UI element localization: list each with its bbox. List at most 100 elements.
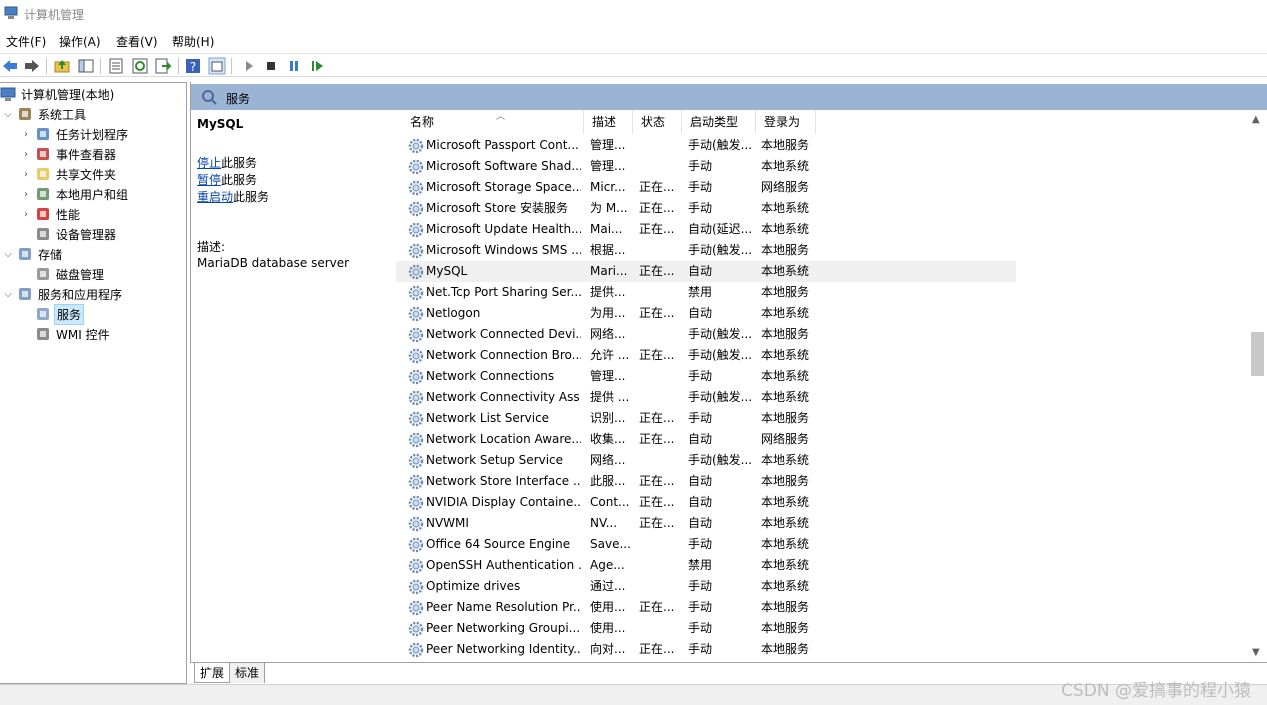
service-row[interactable]: Network Connected Devi... 网络... 手动(触发... 本地… <box>396 324 1016 345</box>
scrollbar-thumb[interactable] <box>1251 332 1264 376</box>
chevron-right-icon[interactable]: › <box>20 149 32 160</box>
properties-icon[interactable] <box>107 57 125 75</box>
service-row[interactable]: Network List Service 识别... 正在... 手动 本地服务 <box>396 408 1016 429</box>
column-logon-as[interactable]: 登录为 <box>756 110 816 134</box>
service-name: Peer Name Resolution Pr... <box>426 600 581 614</box>
tree-item[interactable]: › 事件查看器 <box>20 144 118 164</box>
service-row[interactable]: Microsoft Windows SMS ... 根据... 手动(触发... 本地… <box>396 240 1016 261</box>
column-description[interactable]: 描述 <box>584 110 633 134</box>
stop-service-link[interactable]: 停止 <box>197 156 221 170</box>
refresh-icon[interactable] <box>131 57 149 75</box>
chevron-down-icon[interactable]: ⌵ <box>2 109 14 120</box>
menu-file[interactable]: 文件(F) <box>6 33 46 50</box>
chevron-right-icon[interactable]: › <box>20 169 32 180</box>
tree-item[interactable]: ⌵ 服务和应用程序 <box>2 284 124 304</box>
column-name[interactable]: 名称 ︿ <box>402 110 584 134</box>
gear-icon <box>408 642 424 658</box>
pause-service-link[interactable]: 暂停 <box>197 173 221 187</box>
tree-item[interactable]: 磁盘管理 <box>20 264 106 284</box>
show-hide-tree-icon[interactable] <box>77 57 95 75</box>
service-row[interactable]: OpenSSH Authentication ... Age... 禁用 本地系统 <box>396 555 1016 576</box>
column-startup-type[interactable]: 启动类型 <box>682 110 756 134</box>
tab-extended[interactable]: 扩展 <box>194 663 231 683</box>
service-row[interactable]: Netlogon 为用... 正在... 自动 本地系统 <box>396 303 1016 324</box>
service-name: Microsoft Windows SMS ... <box>426 243 581 257</box>
restart-service-link[interactable]: 重启动 <box>197 190 233 204</box>
service-startup-type: 手动(触发... <box>688 327 753 341</box>
scroll-down-icon[interactable]: ▼ <box>1252 647 1260 658</box>
column-status[interactable]: 状态 <box>633 110 682 134</box>
service-logon-as: 本地系统 <box>761 201 810 215</box>
service-row[interactable]: Microsoft Update Health... Mai... 正在... 自动(… <box>396 219 1016 240</box>
service-row[interactable]: MySQL Mari... 正在... 自动 本地系统 <box>396 261 1016 282</box>
service-startup-type: 手动 <box>688 642 713 656</box>
service-row[interactable]: Peer Networking Groupi... 使用... 手动 本地服务 <box>396 618 1016 639</box>
export-icon[interactable] <box>154 57 172 75</box>
service-row[interactable]: Network Location Aware... 收集... 正在... 自动 网络服… <box>396 429 1016 450</box>
chevron-right-icon[interactable]: › <box>20 209 32 220</box>
service-row[interactable]: Network Setup Service 网络... 手动(触发... 本地系统 <box>396 450 1016 471</box>
service-startup-type: 禁用 <box>688 558 713 572</box>
service-status <box>639 555 679 576</box>
service-logon-as: 本地系统 <box>761 453 810 467</box>
tree-root[interactable]: 计算机管理(本地) <box>0 84 116 104</box>
service-startup-type: 自动(延迟... <box>688 222 753 236</box>
chevron-down-icon[interactable]: ⌵ <box>2 289 14 300</box>
service-name: Microsoft Passport Cont... <box>426 138 579 152</box>
tree-item[interactable]: ⌵ 存储 <box>2 244 64 264</box>
gear-icon <box>408 138 424 154</box>
service-row[interactable]: Network Connection Bro... 允许 ... 正在... 手动(触… <box>396 345 1016 366</box>
forward-icon[interactable] <box>23 57 41 75</box>
service-row[interactable]: Microsoft Store 安装服务 为 M... 正在... 手动 本地系统 <box>396 198 1016 219</box>
service-description-cell: Age... <box>590 558 625 572</box>
service-row[interactable]: Microsoft Passport Cont... 管理... 手动(触发... 本… <box>396 135 1016 156</box>
service-row[interactable]: Office 64 Source Engine Save... 手动 本地系统 <box>396 534 1016 555</box>
service-row[interactable]: Network Connections 管理... 手动 本地系统 <box>396 366 1016 387</box>
back-icon[interactable] <box>1 57 19 75</box>
service-status <box>639 576 679 597</box>
tree-item[interactable]: › 共享文件夹 <box>20 164 118 184</box>
service-row[interactable]: Microsoft Storage Space... Micr... 正在... 手动… <box>396 177 1016 198</box>
up-folder-icon[interactable] <box>53 57 71 75</box>
stop-icon[interactable] <box>262 57 280 75</box>
tree-item[interactable]: ⌵ 系统工具 <box>2 104 88 124</box>
chevron-right-icon[interactable]: › <box>20 129 32 140</box>
service-row[interactable]: Peer Name Resolution Pr... 使用... 正在... 手动 本地… <box>396 597 1016 618</box>
service-description-cell: Micr... <box>590 180 626 194</box>
menu-action[interactable]: 操作(A) <box>59 33 101 50</box>
menu-help[interactable]: 帮助(H) <box>172 33 214 50</box>
tree-item[interactable]: WMI 控件 <box>20 324 112 344</box>
tree-item[interactable]: 设备管理器 <box>20 224 118 244</box>
pause-icon[interactable] <box>285 57 303 75</box>
tab-standard[interactable]: 标准 <box>230 663 266 683</box>
tree-item[interactable]: 服务 <box>20 303 85 325</box>
help-icon[interactable]: ? <box>184 57 202 75</box>
service-row[interactable]: Network Store Interface ... 此服... 正在... 自动 本… <box>396 471 1016 492</box>
service-row[interactable]: NVWMI NV... 正在... 自动 本地系统 <box>396 513 1016 534</box>
start-icon[interactable] <box>240 57 258 75</box>
resume-icon[interactable] <box>308 57 326 75</box>
service-row[interactable]: Optimize drives 通过... 手动 本地系统 <box>396 576 1016 597</box>
menu-view[interactable]: 查看(V) <box>116 33 158 50</box>
service-row[interactable]: Peer Networking Identity... 向对... 正在... 手动 本… <box>396 639 1016 660</box>
service-logon-as: 本地系统 <box>761 369 810 383</box>
tree-item-label: 设备管理器 <box>56 227 117 242</box>
service-row[interactable]: Microsoft Software Shad... 管理... 手动 本地系统 <box>396 156 1016 177</box>
tree-item[interactable]: › 本地用户和组 <box>20 184 130 204</box>
show-hide-action-icon[interactable] <box>208 57 226 75</box>
service-status: 正在... <box>639 642 675 656</box>
content-pane: 服务 MySQL 停止此服务 暂停此服务 重启动此服务 描述: MariaDB … <box>190 82 1267 662</box>
service-row[interactable]: NVIDIA Display Containe... Cont... 正在... 自动… <box>396 492 1016 513</box>
service-row[interactable]: Network Connectivity Ass... 提供 ... 手动(触发..… <box>396 387 1016 408</box>
tree-item[interactable]: › 性能 <box>20 204 82 224</box>
vertical-scrollbar[interactable]: ▲ ▼ <box>1249 110 1266 662</box>
service-row[interactable]: Net.Tcp Port Sharing Ser... 提供... 禁用 本地服务 <box>396 282 1016 303</box>
chevron-down-icon[interactable]: ⌵ <box>2 249 14 260</box>
gear-icon <box>408 201 424 217</box>
service-status: 正在... <box>639 222 675 236</box>
scroll-up-icon[interactable]: ▲ <box>1252 114 1260 125</box>
service-status <box>639 135 679 156</box>
tree-item[interactable]: › 任务计划程序 <box>20 124 130 144</box>
chevron-right-icon[interactable]: › <box>20 189 32 200</box>
gear-icon <box>408 579 424 595</box>
